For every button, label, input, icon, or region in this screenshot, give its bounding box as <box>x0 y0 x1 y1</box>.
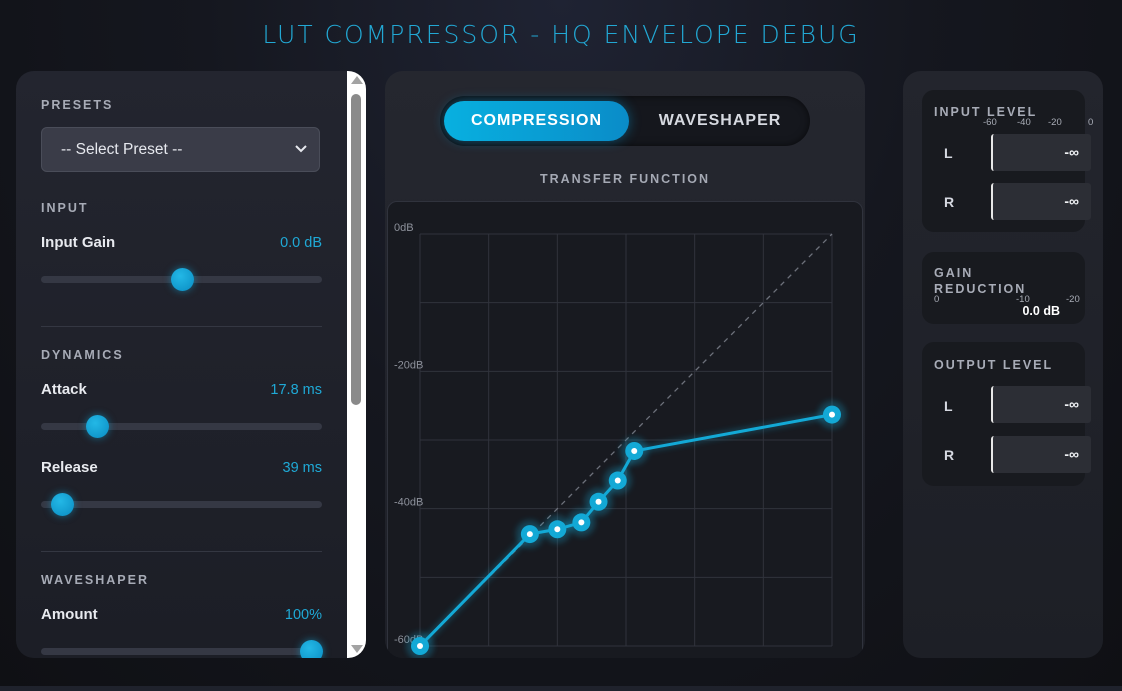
scrollbar[interactable] <box>347 71 366 658</box>
input-scale-tick: -20 <box>1048 117 1062 128</box>
transfer-function-plot: 0dB-20dB-40dB-60dB <box>394 222 846 658</box>
input-gain-slider-thumb[interactable] <box>170 268 194 291</box>
transfer-panel: COMPRESSION WAVESHAPER TRANSFER FUNCTION… <box>385 71 865 658</box>
input-channel-label-l: L <box>944 145 953 161</box>
controls-panel: PRESETS -- Select Preset -- INPUT Input … <box>16 71 366 658</box>
presets-section-title: PRESETS <box>41 98 114 112</box>
release-slider[interactable] <box>41 493 322 516</box>
tab-compression[interactable]: COMPRESSION <box>444 101 629 141</box>
release-value: 39 ms <box>282 460 323 476</box>
amount-slider-thumb[interactable] <box>299 640 323 658</box>
output-level-meter: OUTPUT LEVEL L -∞ R -∞ <box>922 342 1091 486</box>
amount-slider[interactable] <box>41 640 323 658</box>
attack-slider[interactable] <box>41 415 322 438</box>
y-tick-label: -40dB <box>394 497 423 509</box>
data-point-center <box>631 447 638 454</box>
data-point-center <box>554 526 561 533</box>
input-level-value-r: -∞ <box>1064 193 1079 209</box>
input-scale-tick: -40 <box>1017 117 1031 128</box>
scroll-down-arrow-icon[interactable] <box>351 645 363 653</box>
data-point-center <box>829 411 835 418</box>
input-level-value-l: -∞ <box>1064 144 1079 160</box>
scroll-up-arrow-icon[interactable] <box>351 76 363 84</box>
gr-scale-tick: 0 <box>934 294 940 305</box>
attack-label: Attack <box>41 381 87 398</box>
input-level-bar-l: -∞ <box>991 134 1091 171</box>
output-level-title: OUTPUT LEVEL <box>934 358 1054 372</box>
data-point-center <box>614 477 621 484</box>
divider <box>41 326 322 327</box>
output-level-value-r: -∞ <box>1064 446 1079 462</box>
input-level-bar-r: -∞ <box>991 183 1091 220</box>
gain-reduction-title-line: GAIN <box>934 266 974 280</box>
bottom-strip <box>0 686 1122 691</box>
input-gain-value: 0.0 dB <box>280 235 322 251</box>
release-label: Release <box>41 459 98 476</box>
waveshaper-section-title: WAVESHAPER <box>41 573 149 587</box>
attack-value: 17.8 ms <box>270 382 322 398</box>
divider <box>41 551 322 552</box>
gain-reduction-meter: GAIN REDUCTION 0 -10 -20 0.0 dB <box>922 252 1085 324</box>
output-channel-label-r: R <box>944 447 955 463</box>
data-point-center <box>578 519 585 526</box>
tab-waveshaper[interactable]: WAVESHAPER <box>635 101 805 141</box>
release-slider-thumb[interactable] <box>51 493 75 516</box>
y-tick-label: 0dB <box>394 222 414 234</box>
transfer-function-chart: 0dB -20dB -40dB -60dB <box>387 201 863 658</box>
transfer-function-title: TRANSFER FUNCTION <box>539 172 711 186</box>
output-channel-label-l: L <box>944 398 953 414</box>
input-gain-label: Input Gain <box>41 234 116 251</box>
preset-select-value: -- Select Preset -- <box>61 140 183 158</box>
attack-slider-thumb[interactable] <box>86 415 110 438</box>
gain-reduction-title: GAIN REDUCTION <box>934 265 1026 297</box>
dynamics-section-title: DYNAMICS <box>41 348 124 362</box>
data-point-center <box>417 643 423 649</box>
chevron-down-icon <box>295 145 307 153</box>
input-scale-tick: 0 <box>1088 117 1094 128</box>
output-level-value-l: -∞ <box>1064 396 1079 412</box>
y-tick-label: -20dB <box>394 359 423 371</box>
mode-toggle: COMPRESSION WAVESHAPER <box>440 96 810 146</box>
preset-select[interactable]: -- Select Preset -- <box>41 127 320 172</box>
amount-label: Amount <box>41 606 98 623</box>
gain-reduction-title-line: REDUCTION <box>934 282 1027 296</box>
app-title: LUT COMPRESSOR - HQ ENVELOPE DEBUG <box>262 20 860 49</box>
input-level-meter: INPUT LEVEL -60 -40 -20 0 L -∞ R -∞ <box>922 90 1093 232</box>
input-scale-tick: -60 <box>983 117 997 128</box>
input-section-title: INPUT <box>41 201 89 215</box>
input-channel-label-r: R <box>944 194 955 210</box>
gain-reduction-value: 0.0 dB <box>1022 304 1060 318</box>
scrollbar-thumb[interactable] <box>351 94 361 405</box>
output-level-bar-l: -∞ <box>991 386 1091 423</box>
amount-value: 100% <box>284 607 322 623</box>
output-level-bar-r: -∞ <box>991 436 1091 473</box>
input-gain-slider[interactable] <box>41 268 322 291</box>
data-point-center <box>595 498 602 505</box>
gr-scale-tick: -20 <box>1066 294 1080 305</box>
controls-scroll-area: PRESETS -- Select Preset -- INPUT Input … <box>16 71 347 658</box>
meters-panel: INPUT LEVEL -60 -40 -20 0 L -∞ R -∞ GAIN… <box>903 71 1103 658</box>
data-point-center <box>526 531 533 538</box>
